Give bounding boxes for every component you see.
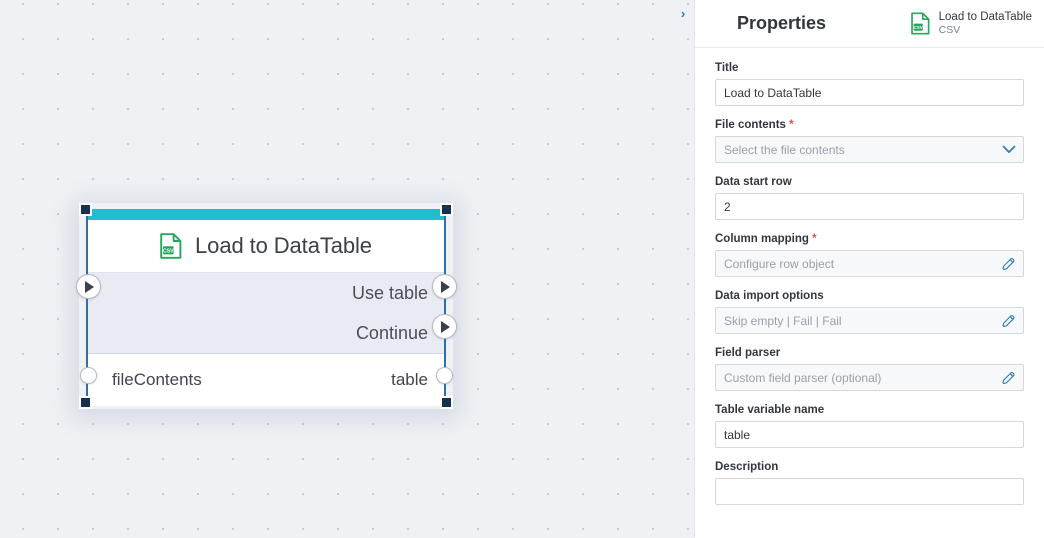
field-table-variable-name: Table variable name table — [715, 404, 1024, 448]
svg-text:CSV: CSV — [163, 249, 174, 255]
properties-panel: › Properties CSV Load to DataTable CSV T… — [681, 0, 1044, 538]
data-import-options-placeholder: Skip empty | Fail | Fail — [724, 313, 842, 328]
chevron-right-icon[interactable]: › — [674, 4, 692, 22]
header-node-name: Load to DataTable — [938, 10, 1032, 23]
node-accent-bar — [88, 209, 444, 220]
field-column-mapping: Column mapping * Configure row object — [715, 233, 1024, 277]
header-node-summary: CSV Load to DataTable CSV — [910, 10, 1032, 37]
data-import-options-input[interactable]: Skip empty | Fail | Fail — [715, 307, 1024, 334]
exec-input-port[interactable] — [75, 274, 101, 299]
field-description: Description — [715, 461, 1024, 505]
node-header: CSV Load to DataTable — [88, 220, 444, 273]
field-label-file-contents: File contents * — [715, 119, 1024, 131]
flow-canvas[interactable]: CSV Load to DataTable Use table Continue — [0, 0, 694, 538]
node-load-to-datatable[interactable]: CSV Load to DataTable Use table Continue — [75, 203, 457, 409]
resize-handle-bottom-right[interactable] — [440, 396, 453, 409]
title-input-value: Load to DataTable — [724, 85, 822, 100]
play-triangle-icon — [441, 280, 450, 293]
exec-output-row-continue[interactable]: Continue — [88, 313, 444, 353]
node-title: Load to DataTable — [195, 233, 372, 258]
data-port-row[interactable]: fileContents table — [88, 354, 444, 406]
field-title: Title Load to DataTable — [715, 62, 1024, 106]
title-input[interactable]: Load to DataTable — [715, 79, 1024, 106]
play-triangle-icon — [85, 280, 94, 293]
svg-text:CSV: CSV — [913, 25, 922, 30]
pencil-icon[interactable] — [1001, 256, 1016, 271]
column-mapping-placeholder: Configure row object — [724, 256, 835, 271]
exec-output-port-use-table[interactable] — [431, 274, 457, 299]
field-field-parser: Field parser Custom field parser (option… — [715, 347, 1024, 391]
node-exec-section: Use table Continue — [88, 273, 444, 354]
field-label-data-import-options: Data import options — [715, 290, 824, 302]
file-contents-select[interactable]: Select the file contents — [715, 136, 1024, 163]
file-contents-placeholder: Select the file contents — [724, 142, 845, 157]
resize-handle-bottom-left[interactable] — [79, 396, 92, 409]
table-variable-name-input[interactable]: table — [715, 421, 1024, 448]
data-input-label: fileContents — [112, 370, 202, 389]
csv-file-icon: CSV — [160, 233, 182, 259]
field-label-text: File contents — [715, 119, 786, 131]
table-variable-name-value: table — [724, 427, 751, 442]
field-label-description: Description — [715, 461, 779, 473]
exec-output-port-continue[interactable] — [431, 314, 457, 339]
app-root: CSV Load to DataTable Use table Continue — [0, 0, 1044, 538]
pencil-icon[interactable] — [1001, 370, 1016, 385]
csv-file-icon: CSV — [910, 12, 930, 35]
data-output-port-table[interactable] — [435, 367, 453, 384]
properties-fields: Title Load to DataTable File contents * … — [695, 48, 1044, 538]
field-label-data-start-row: Data start row — [715, 176, 792, 188]
field-label-text: Column mapping — [715, 233, 809, 245]
exec-output-row-use-table[interactable]: Use table — [88, 273, 444, 313]
exec-output-label: Use table — [351, 282, 428, 303]
resize-handle-top-left[interactable] — [79, 203, 92, 216]
field-label-title: Title — [715, 62, 739, 74]
exec-output-label: Continue — [355, 322, 428, 343]
data-input-port-filecontents[interactable] — [79, 367, 97, 384]
description-input[interactable] — [715, 478, 1024, 505]
properties-panel-header: Properties CSV Load to DataTable CSV — [695, 0, 1044, 48]
chevron-down-icon[interactable] — [1001, 142, 1016, 157]
field-label-column-mapping: Column mapping * — [715, 233, 1024, 245]
header-node-subtitle: CSV — [938, 24, 961, 37]
node-body[interactable]: CSV Load to DataTable Use table Continue — [75, 209, 457, 406]
required-asterisk: * — [789, 119, 794, 131]
pencil-icon[interactable] — [1001, 313, 1016, 328]
required-asterisk: * — [812, 233, 817, 245]
field-parser-placeholder: Custom field parser (optional) — [724, 370, 882, 385]
data-start-row-value: 2 — [724, 199, 731, 214]
node-data-section: fileContents table — [88, 354, 444, 406]
data-start-row-input[interactable]: 2 — [715, 193, 1024, 220]
page-title: Properties — [737, 13, 827, 33]
column-mapping-input[interactable]: Configure row object — [715, 250, 1024, 277]
play-triangle-icon — [441, 320, 450, 333]
field-parser-input[interactable]: Custom field parser (optional) — [715, 364, 1024, 391]
data-output-label: table — [391, 370, 428, 389]
field-label-field-parser: Field parser — [715, 347, 781, 359]
field-file-contents: File contents * Select the file contents — [715, 119, 1024, 163]
resize-handle-top-right[interactable] — [440, 203, 453, 216]
field-label-table-variable-name: Table variable name — [715, 404, 825, 416]
field-data-start-row: Data start row 2 — [715, 176, 1024, 220]
field-data-import-options: Data import options Skip empty | Fail | … — [715, 290, 1024, 334]
